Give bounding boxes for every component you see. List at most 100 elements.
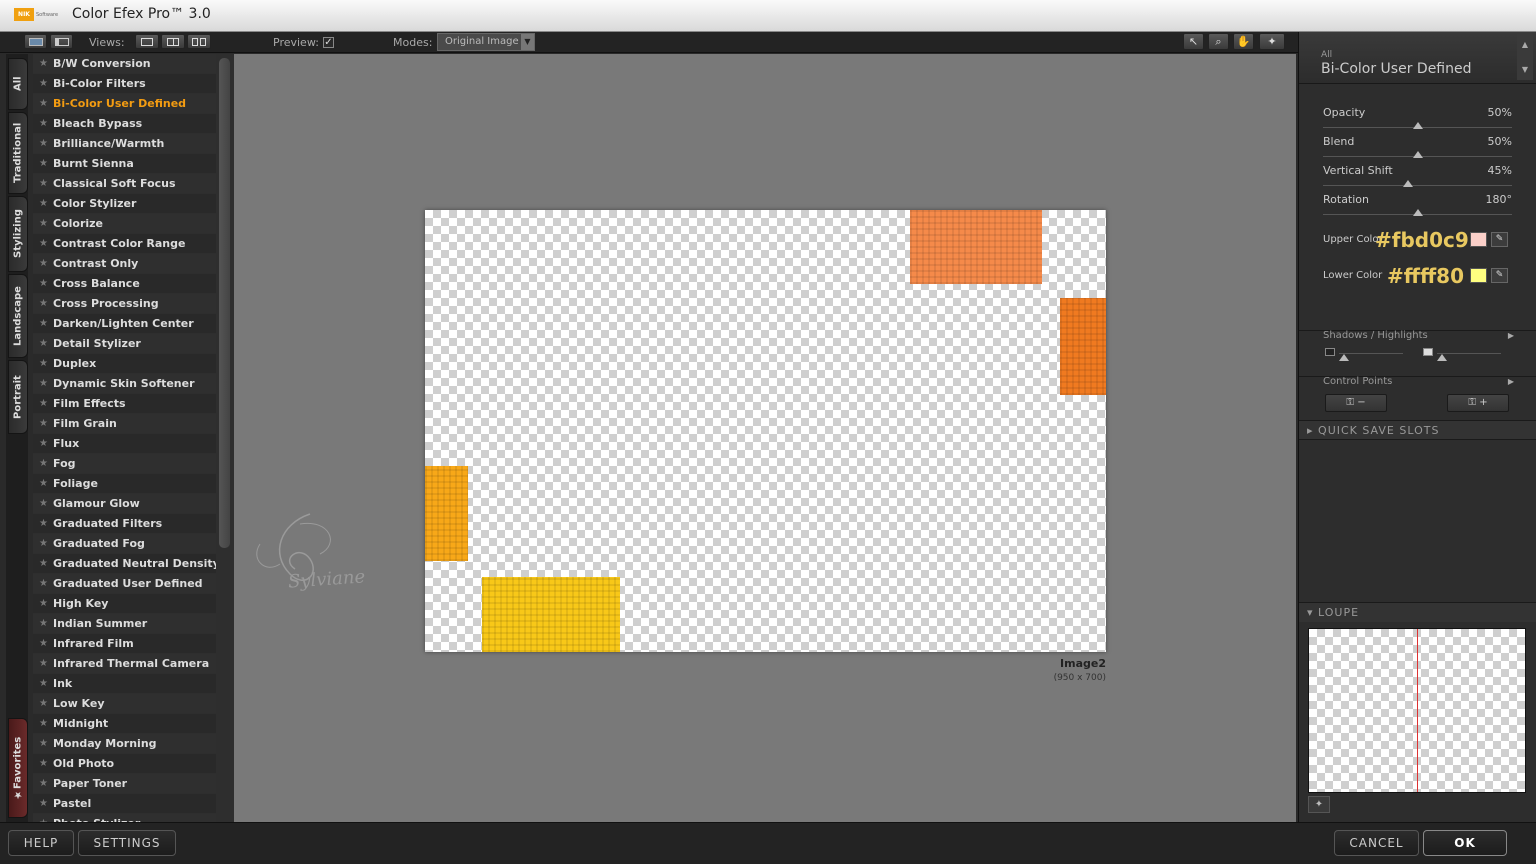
- pointer-tool-button[interactable]: ↖: [1183, 33, 1204, 50]
- filter-item[interactable]: ★ Monday Morning: [33, 734, 216, 754]
- view-list-button[interactable]: [50, 34, 73, 49]
- favorite-star-icon[interactable]: ★: [39, 194, 48, 214]
- favorite-star-icon[interactable]: ★: [39, 594, 48, 614]
- filter-list-scrollbar[interactable]: [216, 54, 234, 822]
- filter-item[interactable]: ★ Ink: [33, 674, 216, 694]
- filter-item[interactable]: ★ Graduated User Defined: [33, 574, 216, 594]
- favorite-star-icon[interactable]: ★: [39, 274, 48, 294]
- quick-save-slots-header[interactable]: ▸ QUICK SAVE SLOTS: [1299, 420, 1536, 440]
- favorite-star-icon[interactable]: ★: [39, 214, 48, 234]
- filter-item[interactable]: ★ B/W Conversion: [33, 54, 216, 74]
- favorite-star-icon[interactable]: ★: [39, 474, 48, 494]
- shadows-slider-knob[interactable]: [1339, 354, 1349, 361]
- filter-item[interactable]: ★ High Key: [33, 594, 216, 614]
- cancel-button[interactable]: CANCEL: [1334, 830, 1419, 856]
- favorite-star-icon[interactable]: ★: [39, 754, 48, 774]
- hand-tool-button[interactable]: ✋: [1233, 33, 1254, 50]
- loupe-pin-button[interactable]: ✦: [1308, 796, 1330, 813]
- favorite-star-icon[interactable]: ★: [39, 334, 48, 354]
- highlights-slider-knob[interactable]: [1437, 354, 1447, 361]
- filter-item[interactable]: ★ Cross Balance: [33, 274, 216, 294]
- filter-item[interactable]: ★ Glamour Glow: [33, 494, 216, 514]
- favorite-star-icon[interactable]: ★: [39, 674, 48, 694]
- favorite-star-icon[interactable]: ★: [39, 174, 48, 194]
- remove-control-point-button[interactable]: ⚿ −: [1325, 394, 1387, 412]
- favorite-star-icon[interactable]: ★: [39, 394, 48, 414]
- favorite-star-icon[interactable]: ★: [39, 514, 48, 534]
- favorite-star-icon[interactable]: ★: [39, 294, 48, 314]
- view-split-button[interactable]: [161, 34, 185, 49]
- panel-scroll-buttons[interactable]: ▲ ▼: [1517, 34, 1533, 80]
- add-control-point-button[interactable]: ⚿ +: [1447, 394, 1509, 412]
- expand-arrow-icon[interactable]: ▶: [1508, 377, 1514, 386]
- filter-item[interactable]: ★ Dynamic Skin Softener: [33, 374, 216, 394]
- filter-item[interactable]: ★Photo Stylizer: [33, 814, 216, 822]
- expand-arrow-icon[interactable]: ▶: [1508, 331, 1514, 340]
- filter-item[interactable]: ★ Cross Processing: [33, 294, 216, 314]
- ok-button[interactable]: OK: [1423, 830, 1507, 856]
- filter-item[interactable]: ★ Film Grain: [33, 414, 216, 434]
- filter-item[interactable]: ★ Bleach Bypass: [33, 114, 216, 134]
- slider-knob[interactable]: [1412, 122, 1423, 129]
- filter-item[interactable]: ★ Infrared Film: [33, 634, 216, 654]
- favorite-star-icon[interactable]: ★: [39, 554, 48, 574]
- tab-landscape[interactable]: Landscape: [8, 274, 28, 358]
- view-single-button[interactable]: [135, 34, 159, 49]
- settings-button[interactable]: SETTINGS: [78, 830, 176, 856]
- filter-item[interactable]: ★ Graduated Neutral Density: [33, 554, 216, 574]
- filter-item[interactable]: ★ Pastel: [33, 794, 216, 814]
- brush-tool-button[interactable]: ✦: [1259, 33, 1285, 50]
- view-side-by-side-button[interactable]: [187, 34, 211, 49]
- upper-color-swatch[interactable]: [1470, 232, 1487, 247]
- preview-checkbox[interactable]: ✓: [323, 37, 334, 48]
- filter-item[interactable]: ★ Film Effects: [33, 394, 216, 414]
- favorite-star-icon[interactable]: ★: [39, 694, 48, 714]
- tab-stylizing[interactable]: Stylizing: [8, 196, 28, 272]
- filter-item[interactable]: ★ Detail Stylizer: [33, 334, 216, 354]
- lower-color-picker-button[interactable]: ✎: [1491, 268, 1508, 283]
- lower-color-swatch[interactable]: [1470, 268, 1487, 283]
- slider-knob[interactable]: [1412, 209, 1423, 216]
- filter-item[interactable]: ★ Old Photo: [33, 754, 216, 774]
- filter-item[interactable]: ★ Infrared Thermal Camera: [33, 654, 216, 674]
- filter-item[interactable]: ★ Graduated Fog: [33, 534, 216, 554]
- filter-item[interactable]: ★ Contrast Only: [33, 254, 216, 274]
- filter-item[interactable]: ★ Foliage: [33, 474, 216, 494]
- tab-traditional[interactable]: Traditional: [8, 112, 28, 194]
- favorite-star-icon[interactable]: ★: [39, 794, 48, 814]
- favorite-star-icon[interactable]: ★: [39, 714, 48, 734]
- favorite-star-icon[interactable]: ★: [39, 94, 48, 114]
- chevron-down-icon[interactable]: ▼: [1517, 65, 1533, 74]
- view-thumbnail-button[interactable]: [24, 34, 47, 49]
- zoom-tool-button[interactable]: ⌕: [1208, 33, 1229, 50]
- filter-item[interactable]: ★ Bi-Color User Defined: [33, 94, 216, 114]
- filter-item[interactable]: ★ Flux: [33, 434, 216, 454]
- favorite-star-icon[interactable]: ★: [39, 154, 48, 174]
- favorite-star-icon[interactable]: ★: [39, 574, 48, 594]
- favorite-star-icon[interactable]: ★: [39, 314, 48, 334]
- favorite-star-icon[interactable]: ★: [39, 54, 48, 74]
- favorite-star-icon[interactable]: ★: [39, 774, 48, 794]
- filter-item[interactable]: ★ Paper Toner: [33, 774, 216, 794]
- favorite-star-icon[interactable]: ★: [39, 614, 48, 634]
- favorite-star-icon[interactable]: ★: [39, 374, 48, 394]
- filter-item[interactable]: ★ Brilliance/Warmth: [33, 134, 216, 154]
- tab-favorites[interactable]: ★ Favorites: [8, 718, 28, 818]
- modes-select[interactable]: Original Image ▼: [437, 33, 535, 51]
- favorite-star-icon[interactable]: ★: [39, 114, 48, 134]
- slider-track[interactable]: [1323, 185, 1512, 186]
- filter-item[interactable]: ★ Indian Summer: [33, 614, 216, 634]
- favorite-star-icon[interactable]: ★: [39, 134, 48, 154]
- filter-item[interactable]: ★ Colorize: [33, 214, 216, 234]
- loupe-header[interactable]: ▾ LOUPE: [1299, 602, 1536, 622]
- filter-item[interactable]: ★ Burnt Sienna: [33, 154, 216, 174]
- filter-item[interactable]: ★ Fog: [33, 454, 216, 474]
- filter-item[interactable]: ★ Graduated Filters: [33, 514, 216, 534]
- slider-knob[interactable]: [1403, 180, 1414, 187]
- favorite-star-icon[interactable]: ★: [39, 74, 48, 94]
- filter-item[interactable]: ★ Midnight: [33, 714, 216, 734]
- scrollbar-thumb[interactable]: [219, 58, 230, 548]
- favorite-star-icon[interactable]: ★: [39, 734, 48, 754]
- filter-item[interactable]: ★ Classical Soft Focus: [33, 174, 216, 194]
- filter-item[interactable]: ★ Bi-Color Filters: [33, 74, 216, 94]
